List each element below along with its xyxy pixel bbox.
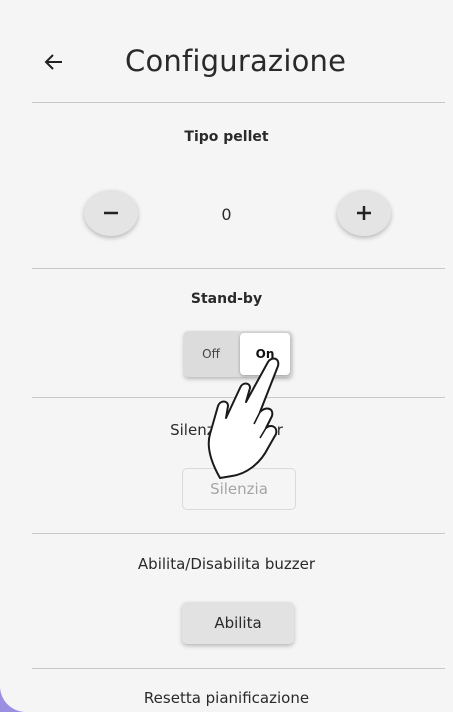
arrow-left-icon [44,54,62,70]
divider [32,268,445,269]
plus-icon [357,206,371,220]
divider [32,668,445,669]
divider [32,533,445,534]
page-title: Configurazione [125,44,347,78]
standby-on-option[interactable]: On [240,333,290,375]
standby-label: Stand-by [190,291,263,307]
buzzer-toggle-label: Abilita/Disabilita buzzer [137,555,316,573]
standby-toggle[interactable]: Off On [184,331,292,377]
silence-buzzer-label: Silenzia buzzer [170,421,283,439]
divider [32,102,445,103]
enable-buzzer-button[interactable]: Abilita [182,602,294,644]
silence-button[interactable]: Silenzia [182,468,296,510]
pellet-type-label: Tipo pellet [184,129,269,145]
divider [32,397,445,398]
app-bar: Configurazione [0,0,453,102]
standby-off-option[interactable]: Off [184,331,238,377]
config-screen: Configurazione Tipo pellet 0 Stand-by Of… [0,0,453,712]
back-button[interactable] [34,44,74,80]
increment-button[interactable] [337,190,391,236]
reset-schedule-label: Resetta pianificazione [143,689,310,707]
